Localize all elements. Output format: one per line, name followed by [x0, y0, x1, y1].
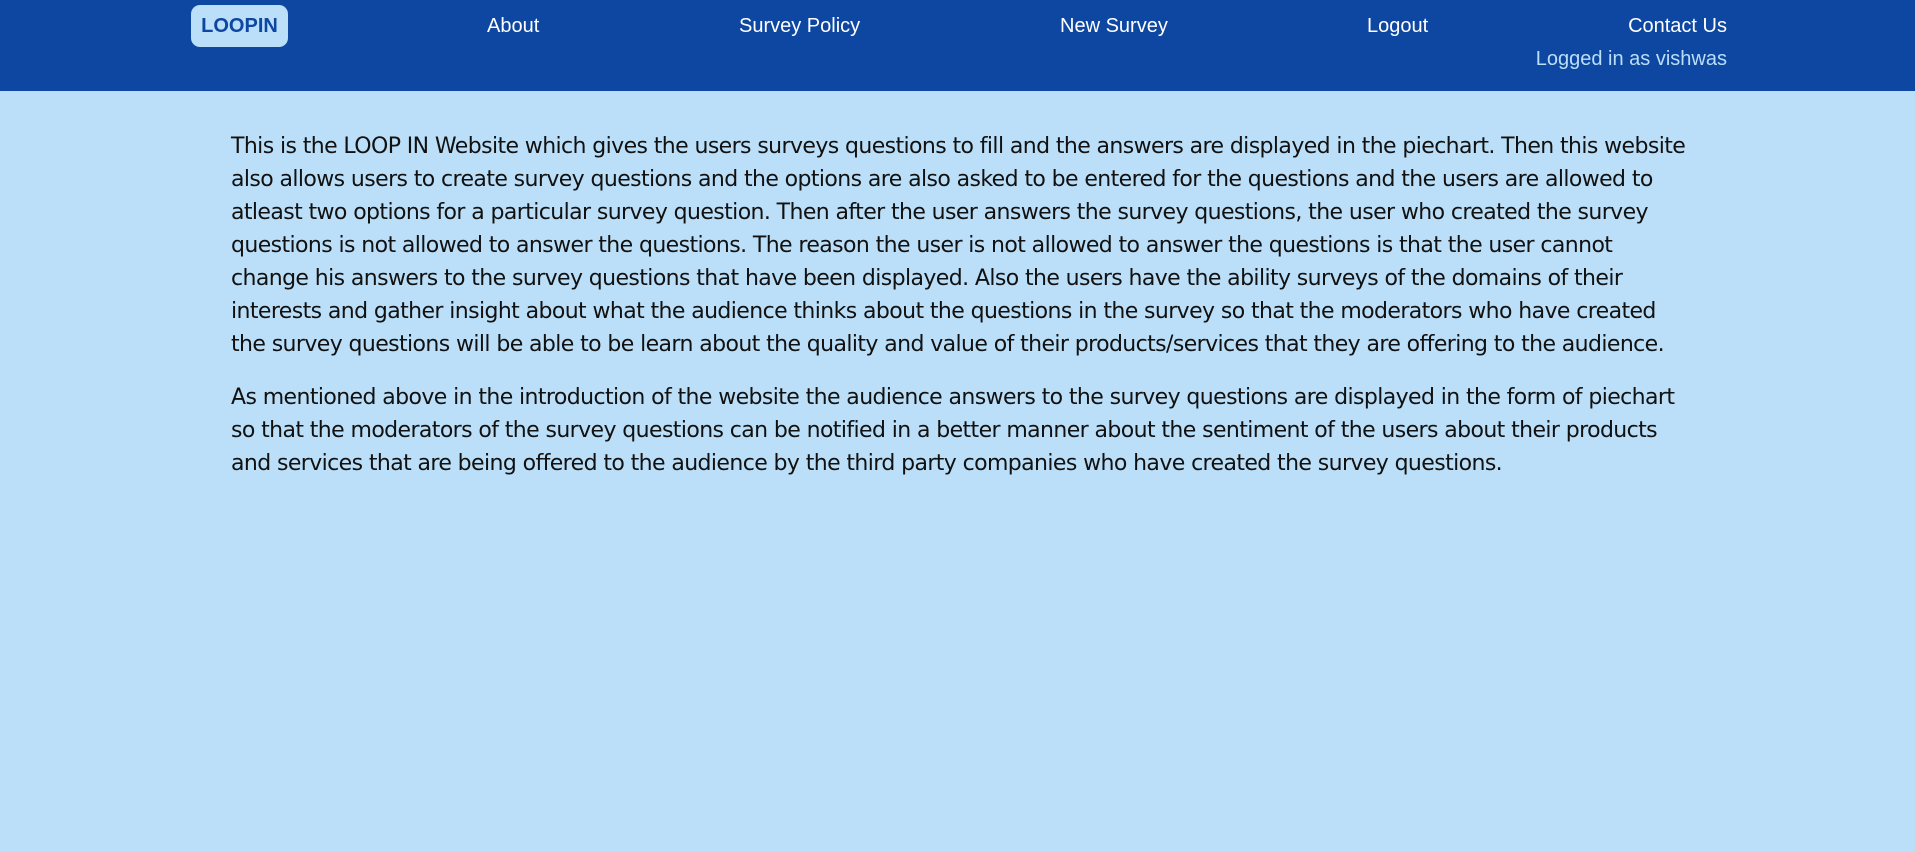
piechart-paragraph: As mentioned above in the introduction o…: [231, 385, 1675, 476]
intro-paragraph: This is the LOOP IN Website which gives …: [231, 134, 1686, 357]
nav-link-contact-us[interactable]: Contact Us: [1628, 14, 1727, 38]
nav-link-logout[interactable]: Logout: [1367, 14, 1428, 38]
brand-logo-button[interactable]: LOOPIN: [191, 5, 288, 47]
main-content: This is the LOOP IN Website which gives …: [231, 130, 1686, 500]
top-navbar: LOOPIN About Survey Policy New Survey Lo…: [0, 0, 1915, 91]
nav-link-new-survey[interactable]: New Survey: [1060, 14, 1168, 38]
nav-link-survey-policy[interactable]: Survey Policy: [739, 14, 860, 38]
logged-in-status: Logged in as vishwas: [1535, 48, 1727, 70]
nav-link-about[interactable]: About: [487, 14, 539, 38]
